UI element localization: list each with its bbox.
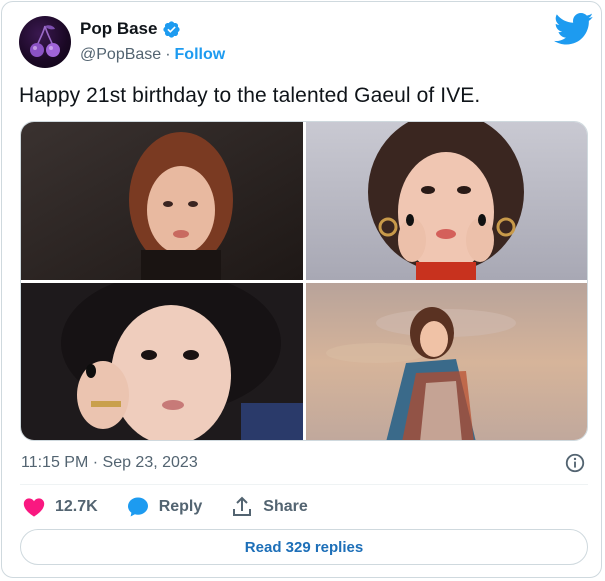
tweet-text: Happy 21st birthday to the talented Gaeu… — [19, 84, 481, 107]
share-upload-icon — [233, 496, 252, 516]
photo-2[interactable] — [306, 122, 587, 280]
tweet-card: Pop Base @PopBase · Follow Happy 21st bi… — [1, 1, 602, 578]
read-replies-button[interactable]: Read 329 replies — [20, 529, 588, 565]
info-icon[interactable] — [564, 452, 586, 474]
author-handle[interactable]: @PopBase — [80, 46, 161, 64]
follow-button[interactable]: Follow — [175, 46, 226, 64]
share-label: Share — [263, 498, 308, 515]
tweet-actions: 12.7K Reply Share — [22, 495, 336, 519]
twitter-bird-icon[interactable] — [554, 13, 594, 46]
author-display-name[interactable]: Pop Base — [80, 19, 157, 39]
verified-badge-icon — [163, 20, 181, 38]
like-button[interactable]: 12.7K — [22, 495, 98, 519]
reply-button[interactable]: Reply — [126, 495, 203, 519]
heart-icon — [23, 498, 45, 517]
like-count: 12.7K — [55, 498, 98, 515]
photo-icon — [306, 283, 587, 440]
separator-dot: · — [165, 46, 171, 63]
photo-icon — [21, 283, 303, 440]
divider — [20, 484, 588, 485]
media-grid — [20, 121, 588, 441]
photo-4[interactable] — [306, 283, 587, 440]
speech-bubble-icon — [127, 497, 148, 517]
photo-1[interactable] — [21, 122, 303, 280]
author-name-row: Pop Base — [80, 19, 181, 39]
tweet-timestamp[interactable]: 11:15 PM · Sep 23, 2023 — [21, 454, 198, 472]
reply-label: Reply — [158, 498, 203, 515]
photo-3[interactable] — [21, 283, 303, 440]
avatar[interactable] — [19, 16, 71, 68]
cherry-logo-icon — [30, 25, 60, 57]
photo-icon — [21, 122, 303, 280]
share-button[interactable]: Share — [230, 495, 308, 519]
photo-icon — [306, 122, 587, 280]
author-handle-row: @PopBase · Follow — [80, 46, 225, 64]
